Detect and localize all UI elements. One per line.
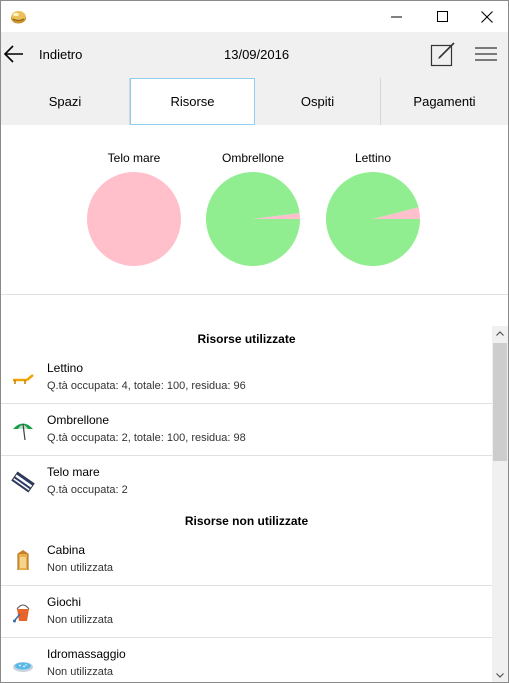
sunbed-icon xyxy=(13,374,34,384)
back-arrow-icon[interactable] xyxy=(3,43,25,65)
tab-risorse[interactable]: Risorse xyxy=(130,78,255,125)
chart-label: Telo mare xyxy=(107,151,161,165)
list-item[interactable]: Lettino Q.tà occupata: 4, totale: 100, r… xyxy=(1,352,492,404)
resource-list: Risorse utilizzate Lettino Q.tà occupata… xyxy=(1,326,492,682)
list-item[interactable]: Ombrellone Q.tà occupata: 2, totale: 100… xyxy=(1,404,492,456)
resource-detail: Q.tà occupata: 2 xyxy=(47,484,128,496)
resource-name: Idromassaggio xyxy=(47,647,126,661)
section-title-unused: Risorse non utilizzate xyxy=(184,514,309,528)
tab-ospiti[interactable]: Ospiti xyxy=(255,78,381,125)
scroll-thumb[interactable] xyxy=(493,343,507,461)
bucket-icon xyxy=(13,604,30,623)
resource-name: Lettino xyxy=(47,361,84,375)
app-window: Indietro 13/09/2016 Spazi Risorse Ospiti… xyxy=(0,0,509,683)
hamburger-menu-icon[interactable] xyxy=(475,46,497,62)
chart-label: Lettino xyxy=(354,151,392,165)
tab-spazi[interactable]: Spazi xyxy=(1,78,130,125)
chart-lettino: Lettino xyxy=(323,151,423,267)
date-label: 13/09/2016 xyxy=(224,47,290,62)
app-logo-icon xyxy=(11,11,26,24)
title-bar xyxy=(1,1,508,32)
chart-ombrellone: Ombrellone xyxy=(203,151,303,267)
list-item[interactable]: Giochi Non utilizzata xyxy=(1,586,492,638)
minimize-icon xyxy=(390,16,402,18)
chevron-down-icon xyxy=(496,672,504,678)
resource-detail: Non utilizzata xyxy=(47,666,114,678)
minimize-button[interactable] xyxy=(373,1,419,32)
towel-icon xyxy=(11,471,35,493)
resource-name: Giochi xyxy=(47,595,82,609)
pie-chart xyxy=(326,171,420,266)
resource-name: Telo mare xyxy=(47,465,100,479)
pie-chart xyxy=(206,171,300,266)
list-item[interactable]: Idromassaggio Non utilizzata xyxy=(1,638,492,682)
edit-icon[interactable] xyxy=(430,41,456,67)
back-button[interactable]: Indietro xyxy=(39,47,82,62)
tab-pagamenti[interactable]: Pagamenti xyxy=(381,78,508,125)
maximize-icon xyxy=(436,11,448,22)
section-title-used: Risorse utilizzate xyxy=(197,332,296,346)
chevron-up-icon xyxy=(496,330,504,336)
jacuzzi-icon xyxy=(13,662,33,672)
list-item[interactable]: Cabina Non utilizzata xyxy=(1,534,492,586)
chart-label: Ombrellone xyxy=(221,151,285,165)
tab-bar: Spazi Risorse Ospiti Pagamenti xyxy=(1,78,508,125)
maximize-button[interactable] xyxy=(419,1,465,32)
close-button[interactable] xyxy=(464,1,508,32)
scroll-up-button[interactable] xyxy=(492,326,508,340)
pie-slice-used xyxy=(87,172,181,266)
scroll-down-button[interactable] xyxy=(492,668,508,682)
close-icon xyxy=(481,10,493,23)
list-item[interactable]: Telo mare Q.tà occupata: 2 xyxy=(1,456,492,508)
resource-detail: Non utilizzata xyxy=(47,614,114,626)
umbrella-icon xyxy=(13,423,33,441)
resource-name: Cabina xyxy=(47,543,86,557)
cabin-icon xyxy=(17,550,29,570)
resource-detail: Non utilizzata xyxy=(47,562,114,574)
app-header: Indietro 13/09/2016 xyxy=(1,32,508,78)
resource-detail: Q.tà occupata: 2, totale: 100, residua: … xyxy=(47,432,246,444)
chart-telo-mare: Telo mare xyxy=(84,151,184,267)
pie-chart xyxy=(87,172,181,266)
resource-name: Ombrellone xyxy=(47,413,110,427)
list-scrollbar[interactable] xyxy=(492,326,508,682)
resource-detail: Q.tà occupata: 4, totale: 100, residua: … xyxy=(47,380,246,392)
resource-charts: Telo mare Ombrellone Lettino xyxy=(1,125,508,295)
